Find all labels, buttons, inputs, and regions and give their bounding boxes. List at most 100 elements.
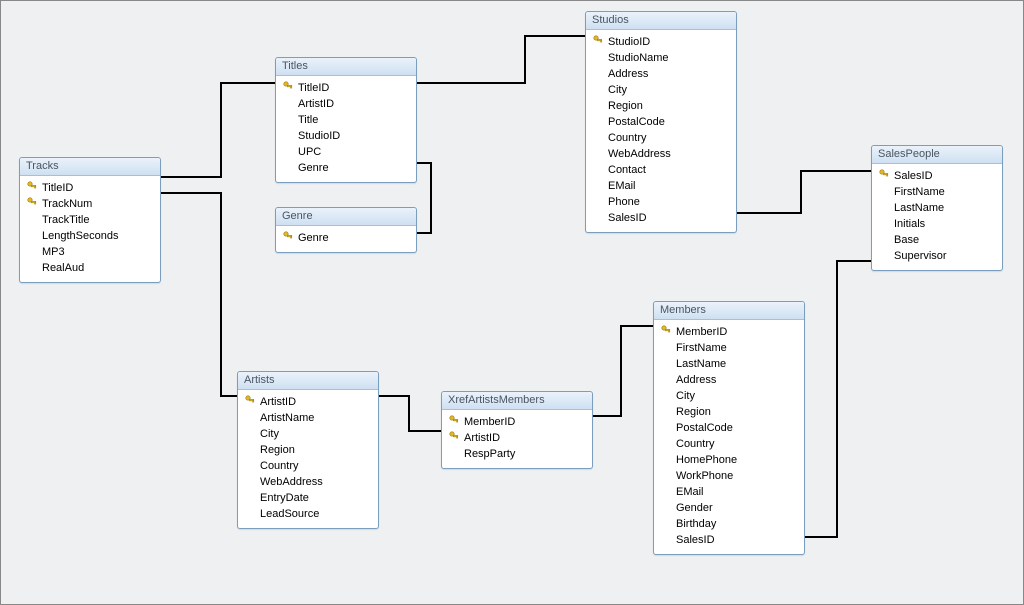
field-row[interactable]: EMail xyxy=(660,484,798,500)
field-label: Address xyxy=(676,373,716,388)
field-row[interactable]: HomePhone xyxy=(660,452,798,468)
table-tracks[interactable]: Tracks TitleIDTrackNumTrackTitleLengthSec… xyxy=(19,157,161,283)
field-row[interactable]: PostalCode xyxy=(592,114,730,130)
field-label: RealAud xyxy=(42,261,84,276)
field-label: TrackTitle xyxy=(42,213,89,228)
field-row[interactable]: PostalCode xyxy=(660,420,798,436)
field-row[interactable]: LengthSeconds xyxy=(26,228,154,244)
field-label: MemberID xyxy=(676,325,727,340)
field-row[interactable]: TrackTitle xyxy=(26,212,154,228)
field-label: Address xyxy=(608,67,648,82)
field-row[interactable]: RealAud xyxy=(26,260,154,276)
field-row[interactable]: RespParty xyxy=(448,446,586,462)
table-header-salespeople[interactable]: SalesPeople xyxy=(872,146,1002,164)
field-row[interactable]: ArtistID xyxy=(282,96,410,112)
field-row[interactable]: City xyxy=(244,426,372,442)
field-label: LastName xyxy=(676,357,726,372)
field-row[interactable]: SalesID xyxy=(878,168,996,184)
field-row[interactable]: Region xyxy=(660,404,798,420)
table-header-genre[interactable]: Genre xyxy=(276,208,416,226)
field-label: Contact xyxy=(608,163,646,178)
field-label: WebAddress xyxy=(608,147,671,162)
field-row[interactable]: StudioName xyxy=(592,50,730,66)
connector-titles-studios xyxy=(415,36,585,83)
field-row[interactable]: Genre xyxy=(282,160,410,176)
field-row[interactable]: Supervisor xyxy=(878,248,996,264)
field-row[interactable]: Address xyxy=(592,66,730,82)
field-row[interactable]: TrackNum xyxy=(26,196,154,212)
field-row[interactable]: ArtistID xyxy=(448,430,586,446)
field-row[interactable]: Initials xyxy=(878,216,996,232)
primary-key-icon xyxy=(448,431,460,446)
primary-key-icon xyxy=(26,181,38,196)
table-header-artists[interactable]: Artists xyxy=(238,372,378,390)
field-row[interactable]: Region xyxy=(244,442,372,458)
table-artists[interactable]: Artists ArtistIDArtistNameCityRegionCount… xyxy=(237,371,379,529)
field-label: EMail xyxy=(676,485,704,500)
field-row[interactable]: WorkPhone xyxy=(660,468,798,484)
field-row[interactable]: MemberID xyxy=(660,324,798,340)
primary-key-icon xyxy=(244,395,256,410)
field-label: Base xyxy=(894,233,919,248)
field-row[interactable]: Country xyxy=(660,436,798,452)
table-header-tracks[interactable]: Tracks xyxy=(20,158,160,176)
field-label: RespParty xyxy=(464,447,515,462)
field-row[interactable]: MemberID xyxy=(448,414,586,430)
table-header-titles[interactable]: Titles xyxy=(276,58,416,76)
field-row[interactable]: WebAddress xyxy=(592,146,730,162)
field-label: StudioID xyxy=(298,129,340,144)
field-label: City xyxy=(608,83,627,98)
field-label: ArtistID xyxy=(260,395,296,410)
field-label: TitleID xyxy=(298,81,329,96)
field-label: Supervisor xyxy=(894,249,947,264)
table-header-studios[interactable]: Studios xyxy=(586,12,736,30)
table-members[interactable]: MembersMemberIDFirstNameLastNameAddressC… xyxy=(653,301,805,555)
field-row[interactable]: Region xyxy=(592,98,730,114)
field-row[interactable]: Title xyxy=(282,112,410,128)
field-row[interactable]: FirstName xyxy=(878,184,996,200)
field-row[interactable]: ArtistName xyxy=(244,410,372,426)
field-label: ArtistID xyxy=(464,431,500,446)
primary-key-icon xyxy=(26,197,38,212)
field-row[interactable]: Genre xyxy=(282,230,410,246)
field-row[interactable]: City xyxy=(592,82,730,98)
field-row[interactable]: TitleID xyxy=(282,80,410,96)
field-row[interactable]: EntryDate xyxy=(244,490,372,506)
field-row[interactable]: Address xyxy=(660,372,798,388)
table-studios[interactable]: Studios StudioIDStudioNameAddressCityRegi… xyxy=(585,11,737,233)
table-titles[interactable]: Titles TitleIDArtistIDTitleStudioIDUPCGen… xyxy=(275,57,417,183)
field-row[interactable]: MP3 xyxy=(26,244,154,260)
field-row[interactable]: SalesID xyxy=(660,532,798,548)
field-row[interactable]: EMail xyxy=(592,178,730,194)
connector-titles-genre xyxy=(415,163,431,233)
field-row[interactable]: Country xyxy=(244,458,372,474)
field-row[interactable]: Base xyxy=(878,232,996,248)
field-row[interactable]: Gender xyxy=(660,500,798,516)
field-row[interactable]: UPC xyxy=(282,144,410,160)
field-row[interactable]: LastName xyxy=(660,356,798,372)
field-label: StudioID xyxy=(608,35,650,50)
field-label: WebAddress xyxy=(260,475,323,490)
field-row[interactable]: StudioID xyxy=(592,34,730,50)
connector-artists-xref xyxy=(377,396,441,431)
field-row[interactable]: Birthday xyxy=(660,516,798,532)
field-row[interactable]: LeadSource xyxy=(244,506,372,522)
table-xref[interactable]: XrefArtistsMembers MemberIDArtistIDRespPa… xyxy=(441,391,593,469)
table-salespeople[interactable]: SalesPeople SalesIDFirstNameLastNameIniti… xyxy=(871,145,1003,271)
field-row[interactable]: Phone xyxy=(592,194,730,210)
diagram-canvas: TracksTitleIDTrackNumTrackTitleLengthSec… xyxy=(0,0,1024,605)
table-genre[interactable]: Genre Genre xyxy=(275,207,417,253)
field-row[interactable]: Country xyxy=(592,130,730,146)
field-row[interactable]: SalesID xyxy=(592,210,730,226)
field-row[interactable]: WebAddress xyxy=(244,474,372,490)
field-row[interactable]: City xyxy=(660,388,798,404)
field-row[interactable]: TitleID xyxy=(26,180,154,196)
field-label: TrackNum xyxy=(42,197,92,212)
field-row[interactable]: LastName xyxy=(878,200,996,216)
table-header-members[interactable]: Members xyxy=(654,302,804,320)
field-row[interactable]: FirstName xyxy=(660,340,798,356)
field-row[interactable]: StudioID xyxy=(282,128,410,144)
field-row[interactable]: Contact xyxy=(592,162,730,178)
table-header-xref[interactable]: XrefArtistsMembers xyxy=(442,392,592,410)
field-row[interactable]: ArtistID xyxy=(244,394,372,410)
